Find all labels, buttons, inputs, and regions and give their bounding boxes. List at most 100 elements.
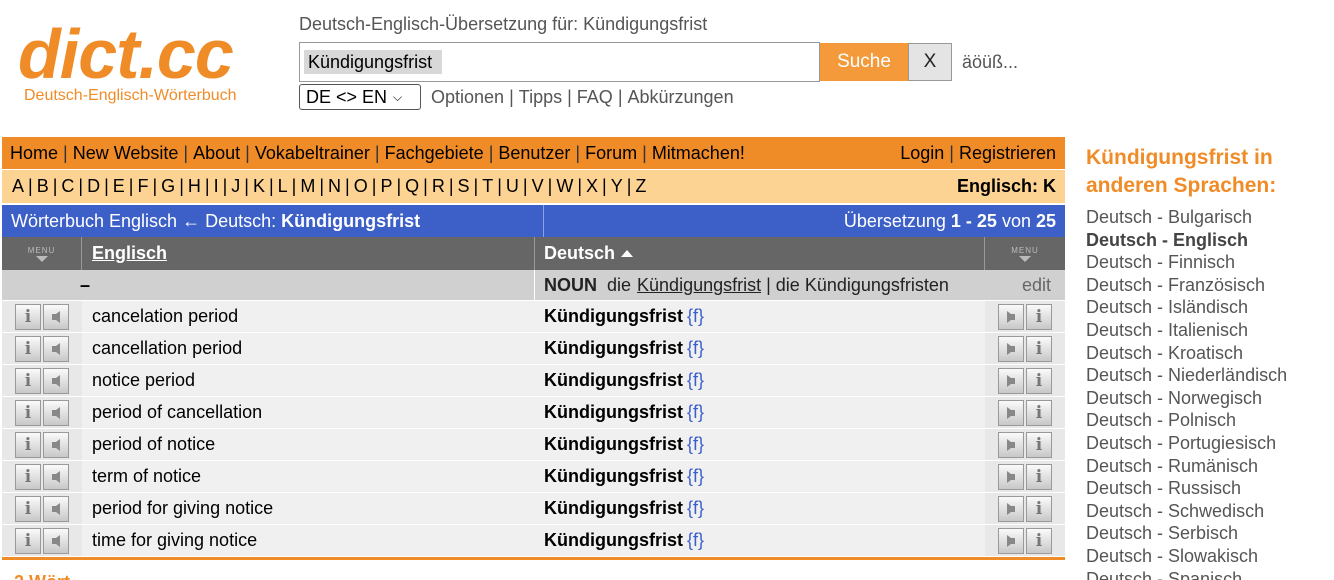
faq-link[interactable]: FAQ bbox=[577, 87, 613, 108]
column-header-german[interactable]: Deutsch bbox=[535, 237, 985, 270]
language-pair-link[interactable]: Deutsch - Französisch bbox=[1086, 274, 1326, 297]
alphabet-letter-f[interactable]: F bbox=[137, 176, 148, 197]
language-pair-link[interactable]: Deutsch - Finnisch bbox=[1086, 251, 1326, 274]
options-link[interactable]: Optionen bbox=[431, 87, 504, 108]
nav-benutzer[interactable]: Benutzer bbox=[498, 143, 570, 164]
info-icon[interactable]: i bbox=[1026, 367, 1052, 394]
nav-mitmachen[interactable]: Mitmachen! bbox=[652, 143, 745, 164]
german-term[interactable]: Kündigungsfrist bbox=[544, 466, 683, 487]
language-pair-link[interactable]: Deutsch - Schwedisch bbox=[1086, 500, 1326, 523]
language-pair-link[interactable]: Deutsch - Rumänisch bbox=[1086, 455, 1326, 478]
alphabet-letter-x[interactable]: X bbox=[586, 176, 598, 197]
language-pair-link[interactable]: Deutsch - Serbisch bbox=[1086, 522, 1326, 545]
nav-fachgebiete[interactable]: Fachgebiete bbox=[385, 143, 484, 164]
edit-link[interactable]: edit bbox=[1022, 275, 1065, 296]
german-term[interactable]: Kündigungsfrist bbox=[544, 498, 683, 519]
nav-new-website[interactable]: New Website bbox=[73, 143, 179, 164]
info-icon[interactable]: i bbox=[1026, 527, 1052, 554]
language-select[interactable]: DE <> EN ⌵ bbox=[299, 84, 421, 110]
speaker-icon[interactable] bbox=[998, 335, 1024, 362]
alphabet-letter-t[interactable]: T bbox=[482, 176, 493, 197]
speaker-icon[interactable] bbox=[43, 367, 69, 394]
info-icon[interactable]: i bbox=[15, 303, 41, 330]
alphabet-letter-v[interactable]: V bbox=[532, 176, 544, 197]
german-term[interactable]: Kündigungsfrist bbox=[544, 434, 683, 455]
logo[interactable]: dict.cc Deutsch-Englisch-Wörterbuch bbox=[18, 19, 278, 105]
english-term[interactable]: notice period bbox=[82, 365, 535, 396]
speaker-icon[interactable] bbox=[43, 303, 69, 330]
german-term[interactable]: Kündigungsfrist bbox=[544, 402, 683, 423]
logo-text[interactable]: dict.cc bbox=[18, 19, 278, 89]
alphabet-letter-a[interactable]: A bbox=[12, 176, 24, 197]
language-pair-link[interactable]: Deutsch - Norwegisch bbox=[1086, 387, 1326, 410]
alphabet-letter-h[interactable]: H bbox=[188, 176, 201, 197]
info-icon[interactable]: i bbox=[15, 367, 41, 394]
speaker-icon[interactable] bbox=[43, 399, 69, 426]
info-icon[interactable]: i bbox=[1026, 431, 1052, 458]
info-icon[interactable]: i bbox=[1026, 303, 1052, 330]
language-pair-link[interactable]: Deutsch - Spanisch bbox=[1086, 568, 1326, 580]
alphabet-letter-z[interactable]: Z bbox=[635, 176, 646, 197]
nav-about[interactable]: About bbox=[193, 143, 240, 164]
speaker-icon[interactable] bbox=[43, 463, 69, 490]
language-pair-link[interactable]: Deutsch - Englisch bbox=[1086, 229, 1326, 252]
abbreviations-link[interactable]: Abkürzungen bbox=[628, 87, 734, 108]
alphabet-letter-e[interactable]: E bbox=[113, 176, 125, 197]
speaker-icon[interactable] bbox=[43, 527, 69, 554]
speaker-icon[interactable] bbox=[43, 335, 69, 362]
speaker-icon[interactable] bbox=[998, 495, 1024, 522]
alphabet-letter-d[interactable]: D bbox=[87, 176, 100, 197]
english-term[interactable]: term of notice bbox=[82, 461, 535, 492]
alphabet-letter-p[interactable]: P bbox=[380, 176, 392, 197]
menu-button-right[interactable]: MENU bbox=[985, 237, 1065, 270]
nav-vokabeltrainer[interactable]: Vokabeltrainer bbox=[255, 143, 370, 164]
speaker-icon[interactable] bbox=[998, 463, 1024, 490]
speaker-icon[interactable] bbox=[43, 495, 69, 522]
info-icon[interactable]: i bbox=[1026, 463, 1052, 490]
speaker-icon[interactable] bbox=[998, 399, 1024, 426]
language-pair-link[interactable]: Deutsch - Niederländisch bbox=[1086, 364, 1326, 387]
nav-home[interactable]: Home bbox=[10, 143, 58, 164]
alphabet-letter-u[interactable]: U bbox=[506, 176, 519, 197]
language-pair-link[interactable]: Deutsch - Isländisch bbox=[1086, 296, 1326, 319]
german-term[interactable]: Kündigungsfrist bbox=[544, 306, 683, 327]
info-icon[interactable]: i bbox=[15, 463, 41, 490]
info-icon[interactable]: i bbox=[15, 527, 41, 554]
alphabet-letter-k[interactable]: K bbox=[253, 176, 265, 197]
language-pair-link[interactable]: Deutsch - Italienisch bbox=[1086, 319, 1326, 342]
speaker-icon[interactable] bbox=[998, 527, 1024, 554]
alphabet-letter-c[interactable]: C bbox=[61, 176, 74, 197]
german-term[interactable]: Kündigungsfrist bbox=[544, 530, 683, 551]
alphabet-letter-i[interactable]: I bbox=[214, 176, 219, 197]
login-link[interactable]: Login bbox=[900, 143, 944, 164]
special-chars-link[interactable]: äöüß... bbox=[962, 52, 1018, 73]
alphabet-letter-b[interactable]: B bbox=[37, 176, 49, 197]
column-header-english[interactable]: Englisch bbox=[82, 237, 535, 270]
nav-forum[interactable]: Forum bbox=[585, 143, 637, 164]
alphabet-letter-g[interactable]: G bbox=[161, 176, 175, 197]
language-pair-link[interactable]: Deutsch - Portugiesisch bbox=[1086, 432, 1326, 455]
search-input[interactable] bbox=[299, 42, 820, 82]
language-pair-link[interactable]: Deutsch - Bulgarisch bbox=[1086, 206, 1326, 229]
english-term[interactable]: period for giving notice bbox=[82, 493, 535, 524]
speaker-icon[interactable] bbox=[43, 431, 69, 458]
register-link[interactable]: Registrieren bbox=[959, 143, 1056, 164]
clear-button[interactable]: X bbox=[908, 43, 952, 81]
english-term[interactable]: period of cancellation bbox=[82, 397, 535, 428]
info-icon[interactable]: i bbox=[15, 399, 41, 426]
alphabet-letter-s[interactable]: S bbox=[458, 176, 470, 197]
info-icon[interactable]: i bbox=[15, 335, 41, 362]
english-term[interactable]: period of notice bbox=[82, 429, 535, 460]
info-icon[interactable]: i bbox=[15, 431, 41, 458]
group-word-link[interactable]: Kündigungsfrist bbox=[637, 275, 761, 296]
english-term[interactable]: cancellation period bbox=[82, 333, 535, 364]
language-pair-link[interactable]: Deutsch - Polnisch bbox=[1086, 409, 1326, 432]
info-icon[interactable]: i bbox=[1026, 335, 1052, 362]
alphabet-letter-r[interactable]: R bbox=[432, 176, 445, 197]
search-button[interactable]: Suche bbox=[820, 43, 908, 81]
speaker-icon[interactable] bbox=[998, 367, 1024, 394]
speaker-icon[interactable] bbox=[998, 303, 1024, 330]
alphabet-letter-l[interactable]: L bbox=[278, 176, 288, 197]
language-pair-link[interactable]: Deutsch - Kroatisch bbox=[1086, 342, 1326, 365]
english-term[interactable]: time for giving notice bbox=[82, 525, 535, 556]
